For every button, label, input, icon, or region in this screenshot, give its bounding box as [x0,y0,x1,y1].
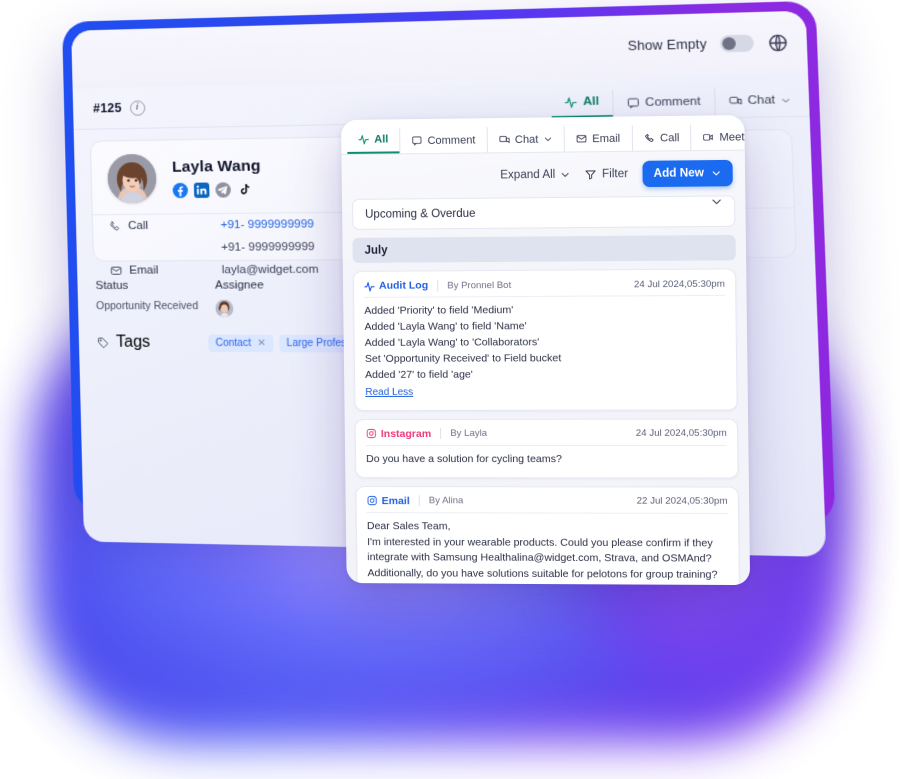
call-label: Call [127,219,149,233]
chevron-down-icon [781,95,792,105]
tab-chat[interactable]: Chat [486,126,564,153]
avatar[interactable] [107,153,157,203]
expand-all-button[interactable]: Expand All [500,168,570,182]
expand-all-label: Expand All [500,168,556,182]
read-less-link[interactable]: Read Less [365,385,413,400]
entry-body: Added 'Priority' to field 'Medium' Added… [364,296,726,401]
chevron-down-icon [543,135,552,144]
chevron-down-icon [560,170,570,180]
activity-tabs: All Comment Chat Email Call Meeting [341,115,751,155]
month-group-label: July [364,244,388,257]
tab-all[interactable]: All [347,126,400,154]
tags-label-group: Tags [97,334,209,353]
tags-label: Tags [115,333,151,351]
show-empty-toggle[interactable] [719,34,755,53]
tab-email[interactable]: Email [563,125,632,152]
tag-chip-contact-label: Contact [215,337,252,349]
assignee-avatar[interactable] [215,299,234,318]
scope-select[interactable]: Upcoming & Overdue [351,195,736,230]
scope-select-chevron-down-icon[interactable] [710,194,723,212]
tab-comment-label: Comment [427,133,476,147]
add-new-button[interactable]: Add New [642,159,733,188]
status-badge[interactable]: Opportunity Received [96,300,216,312]
entry-byline: By Pronnel Bot [437,279,512,291]
activity-icon [364,280,375,291]
feed-toolbar: Expand All Filter Add New [341,151,745,199]
tag-chip-contact[interactable]: Contact ✕ [208,334,274,352]
entry-header: Audit Log By Pronnel Bot 24 Jul 2024,05:… [363,277,725,298]
filter-icon [585,168,597,180]
phone-icon [644,132,655,143]
comment-icon [626,97,640,110]
assignee-label: Assignee [214,279,264,292]
entry-type-label: Audit Log [378,279,429,292]
activity-icon [358,134,369,145]
tab-all-label: All [374,132,389,146]
scope-select-value: Upcoming & Overdue [365,207,476,221]
audit-line: Added '27' to field 'age' [365,368,473,381]
linkedin-icon[interactable] [193,182,210,198]
email-label-group: Email [110,264,222,277]
call-value-1[interactable]: +91- 9999999999 [220,218,314,231]
audit-line: Added 'Layla Wang' to field 'Name' [364,320,527,333]
phone-icon [109,220,121,232]
entry-type-chip-audit: Audit Log [364,279,437,292]
email-value[interactable]: layla@widget.com [222,264,319,277]
status-label: Status [95,279,129,293]
email-label: Email [129,264,159,277]
mail-icon [110,265,122,277]
call-value-2[interactable]: +91- 9999999999 [221,241,315,254]
add-new-label: Add New [653,167,705,180]
chat-icon [728,94,742,107]
social-links [172,181,261,198]
close-icon[interactable]: ✕ [257,337,266,348]
audit-line: Set 'Opportunity Received' to Field buck… [364,352,562,365]
status-column: Status Opportunity Received [95,279,216,317]
tab-call-label: Call [659,131,680,144]
assignee-column: Assignee [214,279,338,318]
tiktok-icon[interactable] [237,181,253,197]
record-id: #125 [92,100,122,116]
entry-timestamp: 24 Jul 2024,05:30pm [633,278,725,290]
month-group-header: July [352,234,736,263]
audit-line: Added 'Priority' to field 'Medium' [364,304,514,317]
tab-comment[interactable]: Comment [399,127,487,154]
meeting-icon [703,132,714,143]
show-empty-label: Show Empty [627,36,707,54]
tab-comment[interactable]: Comment [611,87,715,118]
call-label-group: Call [109,219,221,232]
activity-icon [564,96,578,109]
back-window-tabs: All Comment Chat [550,77,806,119]
tab-chat-label: Chat [747,93,776,108]
filter-button[interactable]: Filter [585,168,628,181]
toggle-knob [722,37,736,51]
tab-call[interactable]: Call [631,124,691,151]
comment-icon [411,135,422,146]
facebook-icon[interactable] [172,182,189,198]
mail-icon [576,133,587,144]
telegram-icon[interactable] [215,181,232,198]
call-label-empty [110,248,222,249]
window-reflection: Email By Alina 22 Jul 2024,05:30pm Dear … [339,400,744,583]
chevron-down-icon [711,168,721,178]
tab-all-label: All [582,95,600,109]
tab-meeting[interactable]: Meeting [690,123,751,151]
globe-icon[interactable] [767,32,789,53]
tab-chat[interactable]: Chat [713,85,806,116]
info-icon[interactable]: i [129,99,146,116]
tab-comment-label: Comment [645,95,701,110]
audit-line: Added 'Layla Wang' to 'Collaborators' [364,336,540,349]
chat-icon [499,134,510,145]
tab-email-label: Email [592,132,621,145]
filter-label: Filter [601,168,629,181]
tab-chat-label: Chat [514,133,539,146]
list-item[interactable]: Audit Log By Pronnel Bot 24 Jul 2024,05:… [352,268,738,411]
tag-icon [97,337,109,349]
contact-name: Layla Wang [171,156,261,176]
contact-name-block: Layla Wang [172,157,262,198]
tab-all[interactable]: All [550,87,613,119]
